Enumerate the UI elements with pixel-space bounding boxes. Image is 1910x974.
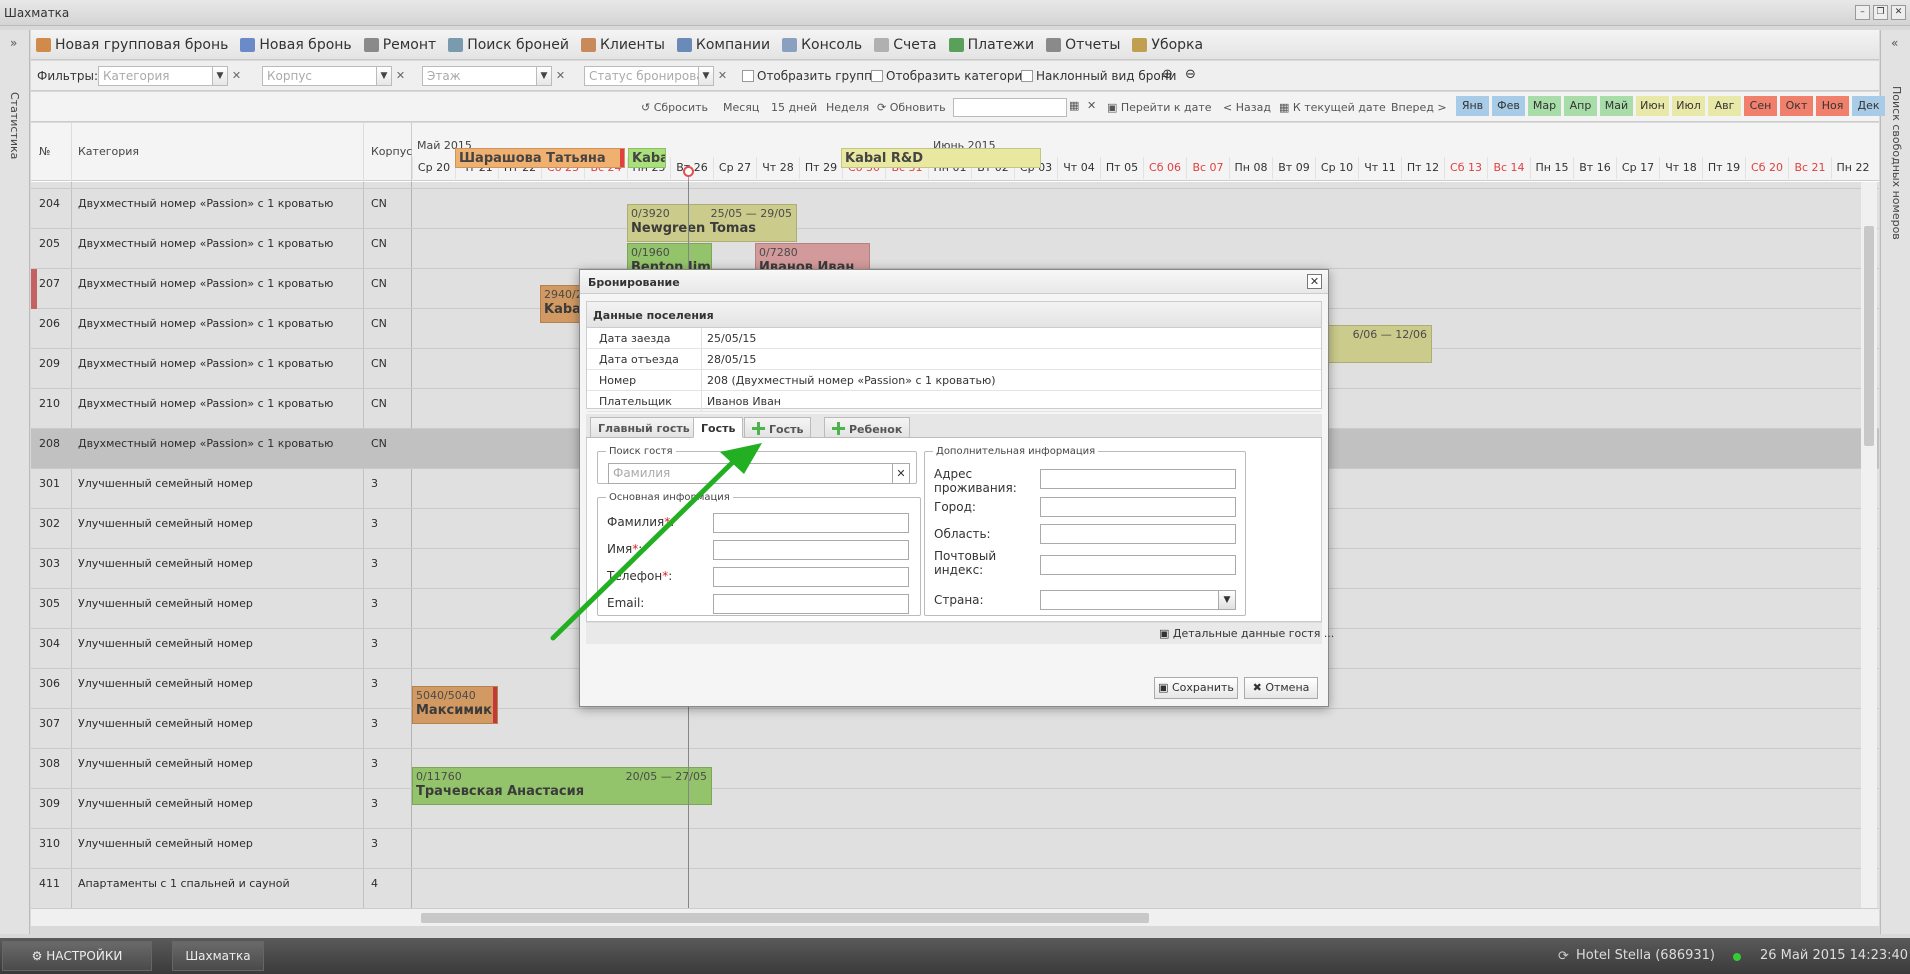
clock: 26 Май 2015 14:23:40 (1760, 948, 1909, 963)
online-status-icon (1733, 953, 1741, 961)
gear-icon: ⚙ (31, 949, 47, 963)
chess-task-button[interactable]: Шахматка (172, 941, 264, 971)
settings-button[interactable]: ⚙ НАСТРОЙКИ (2, 941, 152, 971)
taskbar: ⚙ НАСТРОЙКИ Шахматка ⟳ Hotel Stella (686… (0, 938, 1910, 974)
hotel-name: Hotel Stella (686931) (1576, 948, 1716, 963)
link-icon: ⟳ (1558, 949, 1569, 964)
settings-label: НАСТРОЙКИ (46, 949, 123, 963)
annotation-arrow (550, 443, 762, 641)
